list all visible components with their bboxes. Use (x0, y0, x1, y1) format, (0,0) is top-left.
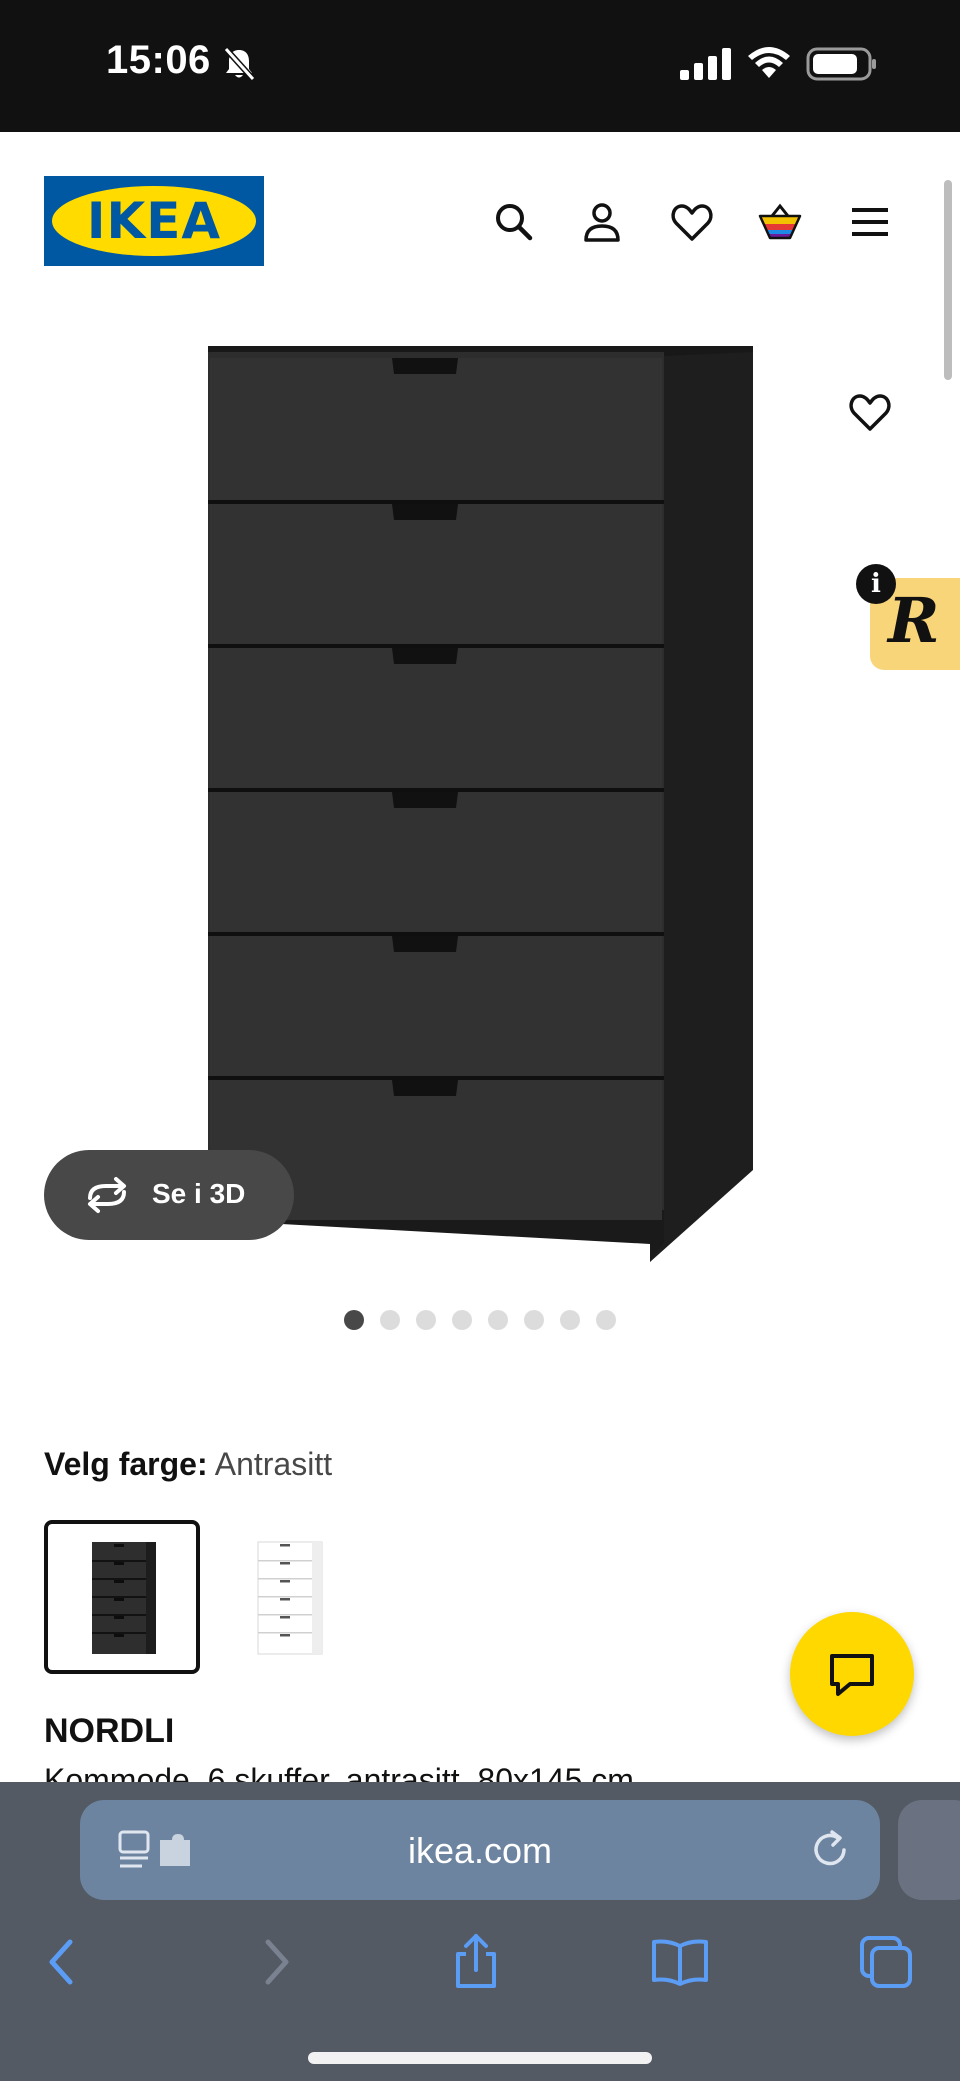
chest-of-drawers-image (208, 346, 753, 1262)
logo-text: IKEA (86, 192, 222, 250)
extension-logo-icon: R (888, 584, 940, 657)
bookmarks-button[interactable] (650, 1932, 710, 1992)
bookmarks-icon (652, 1939, 708, 1986)
signal-icon (680, 48, 731, 80)
carousel-dot[interactable] (380, 1310, 400, 1330)
rotate-3d-icon (88, 1177, 126, 1213)
info-icon[interactable]: i (856, 564, 896, 604)
dark-chest-swatch (92, 1542, 156, 1654)
carousel-dot[interactable] (524, 1310, 544, 1330)
chat-icon (830, 1654, 874, 1696)
home-indicator[interactable] (308, 2052, 652, 2064)
status-time: 15:06 (106, 38, 211, 82)
chat-button[interactable] (790, 1612, 914, 1736)
carousel-indicator (344, 1310, 616, 1330)
cart-button[interactable] (756, 198, 804, 246)
carousel-dot[interactable] (488, 1310, 508, 1330)
view-3d-label: Se i 3D (152, 1178, 246, 1209)
carousel-dot[interactable] (452, 1310, 472, 1330)
favorite-button[interactable] (846, 388, 894, 436)
page-scrollbar[interactable] (944, 180, 952, 380)
next-tab-preview[interactable] (898, 1800, 960, 1900)
wishlist-button[interactable] (668, 198, 716, 246)
site-header: IKEA (0, 132, 960, 312)
tabs-button[interactable] (856, 1932, 916, 1992)
cart-icon (758, 203, 802, 240)
status-bar: 15:06 (0, 0, 960, 132)
carousel-dot[interactable] (596, 1310, 616, 1330)
white-chest-swatch (257, 1541, 323, 1655)
account-button[interactable] (578, 198, 626, 246)
share-button[interactable] (446, 1932, 506, 1992)
share-icon (456, 1934, 496, 1988)
account-icon (584, 203, 620, 242)
back-button[interactable] (34, 1932, 94, 1992)
bell-slash-icon (223, 46, 256, 82)
menu-button[interactable] (846, 198, 894, 246)
wifi-icon (748, 47, 790, 78)
color-label-value: Antrasitt (214, 1446, 333, 1482)
reload-icon[interactable] (808, 1828, 852, 1872)
search-button[interactable] (490, 198, 538, 246)
address-bar[interactable]: ikea.com (80, 1800, 880, 1900)
ikea-logo[interactable]: IKEA (44, 176, 264, 266)
color-label-title: Velg farge: (44, 1446, 208, 1482)
color-swatch-anthracite[interactable] (44, 1520, 200, 1674)
product-image[interactable] (190, 330, 790, 1270)
carousel-dot[interactable] (344, 1310, 364, 1330)
forward-icon (265, 1939, 289, 1985)
menu-icon (852, 208, 888, 236)
color-swatch-white[interactable] (210, 1520, 366, 1674)
search-icon (496, 204, 533, 241)
battery-icon (806, 47, 876, 81)
browser-toolbar: ikea.com (0, 1782, 960, 2081)
tabs-icon (860, 1936, 912, 1988)
url-text: ikea.com (407, 1830, 553, 1871)
view-3d-button[interactable]: Se i 3D (44, 1150, 294, 1240)
carousel-dot[interactable] (560, 1310, 580, 1330)
color-selection-label: Velg farge: Antrasitt (44, 1446, 332, 1483)
back-icon (49, 1939, 73, 1985)
heart-icon (849, 394, 891, 431)
carousel-dot[interactable] (416, 1310, 436, 1330)
forward-button[interactable] (244, 1932, 304, 1992)
heart-icon (671, 204, 713, 241)
product-name: NORDLI (44, 1712, 175, 1750)
